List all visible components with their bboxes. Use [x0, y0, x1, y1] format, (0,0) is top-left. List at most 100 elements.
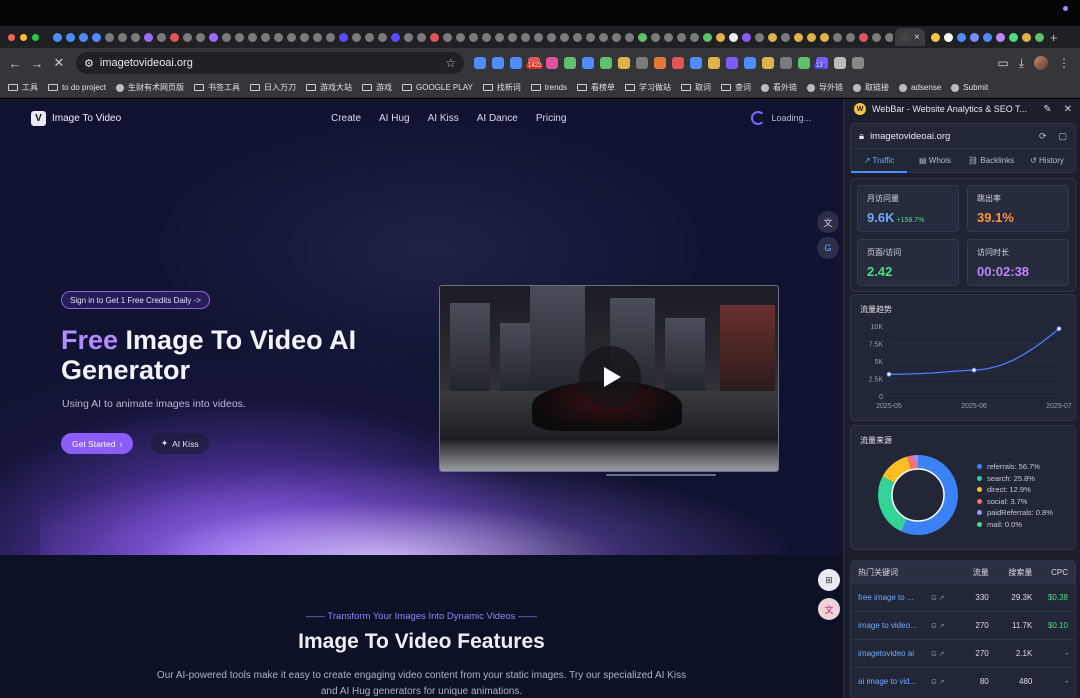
- bookmark-item[interactable]: 看外链: [761, 82, 797, 93]
- tab-favicon-icon[interactable]: [755, 32, 764, 42]
- tab-favicon-icon[interactable]: [300, 32, 309, 42]
- tab-favicon-icon[interactable]: [930, 32, 940, 42]
- extension-icon[interactable]: [564, 57, 576, 69]
- keyword-text[interactable]: free image to ...: [858, 593, 931, 602]
- extension-icon[interactable]: [510, 57, 522, 69]
- bookmark-item[interactable]: to do project: [48, 83, 106, 92]
- extension-icon[interactable]: [672, 57, 684, 69]
- keyword-text[interactable]: imagetovideo ai: [858, 649, 931, 658]
- tab-favicon-icon[interactable]: [287, 32, 296, 42]
- tab-favicon-icon[interactable]: [131, 32, 140, 42]
- tab-favicon-icon[interactable]: [170, 32, 179, 42]
- tab-favicon-icon[interactable]: [885, 32, 893, 42]
- extension-icon[interactable]: [546, 57, 558, 69]
- keyword-text[interactable]: image to video...: [858, 621, 931, 630]
- bookmark-item[interactable]: 书签工具: [194, 82, 240, 93]
- menu-icon[interactable]: ⋮: [1058, 56, 1070, 70]
- tab-favicon-icon[interactable]: [716, 32, 725, 42]
- tab-favicon-icon[interactable]: [443, 32, 452, 42]
- tab-favicon-icon[interactable]: [1008, 32, 1018, 42]
- bookmark-item[interactable]: Submit: [951, 83, 988, 92]
- bookmark-item[interactable]: 导外链: [807, 82, 843, 93]
- extension-icon[interactable]: [582, 57, 594, 69]
- nav-pricing[interactable]: Pricing: [536, 113, 567, 124]
- extension-icon[interactable]: 1422: [526, 57, 544, 69]
- extension-icon[interactable]: [744, 57, 756, 69]
- keyword-row[interactable]: imagetovideo ai G ↗ 270 2.1K -: [851, 639, 1075, 667]
- tab-favicon-icon[interactable]: [956, 32, 966, 42]
- extension-icon[interactable]: [492, 57, 504, 69]
- tab-favicon-icon[interactable]: [53, 32, 62, 42]
- tab-favicon-icon[interactable]: [820, 32, 829, 42]
- tab-favicon-icon[interactable]: [690, 32, 699, 42]
- site-logo[interactable]: V Image To Video: [31, 111, 121, 126]
- tab-backlinks[interactable]: ⛓ Backlinks: [963, 149, 1019, 173]
- bookmark-item[interactable]: 游戏大站: [306, 82, 352, 93]
- extension-icon[interactable]: [600, 57, 612, 69]
- tab-favicon-icon[interactable]: [144, 32, 153, 42]
- bookmark-star-icon[interactable]: ☆: [445, 56, 456, 70]
- keyword-row[interactable]: image to video... G ↗ 270 11.7K $0.10: [851, 611, 1075, 639]
- bookmark-item[interactable]: 取词: [681, 82, 711, 93]
- profile-avatar[interactable]: [1034, 56, 1048, 70]
- forward-arrow-icon[interactable]: →: [26, 56, 48, 71]
- bookmark-item[interactable]: 取链接: [853, 82, 889, 93]
- tab-favicon-icon[interactable]: [729, 32, 738, 42]
- site-info-icon[interactable]: ⚙: [84, 57, 94, 70]
- google-trend-icon[interactable]: G ↗: [931, 678, 953, 686]
- tab-favicon-icon[interactable]: [982, 32, 992, 42]
- close-window-icon[interactable]: [8, 33, 15, 41]
- tab-favicon-icon[interactable]: [79, 32, 88, 42]
- bookmark-item[interactable]: trends: [530, 83, 567, 92]
- tab-favicon-icon[interactable]: [742, 32, 751, 42]
- tab-favicon-icon[interactable]: [534, 32, 543, 42]
- tab-favicon-icon[interactable]: [638, 32, 647, 42]
- tab-favicon-icon[interactable]: [1034, 32, 1044, 42]
- cast-icon[interactable]: ▭: [997, 56, 1008, 70]
- tab-favicon-icon[interactable]: [508, 32, 517, 42]
- play-icon[interactable]: [579, 346, 641, 408]
- bookmark-item[interactable]: GOOGLE PLAY: [402, 83, 473, 92]
- bookmark-item[interactable]: 生财有术网页版: [116, 82, 184, 93]
- nav-ai-kiss[interactable]: AI Kiss: [428, 113, 459, 124]
- active-tab[interactable]: ×: [895, 28, 925, 46]
- keyword-row[interactable]: ai image to vid... G ↗ 80 480 -: [851, 667, 1075, 695]
- extension-icon[interactable]: [654, 57, 666, 69]
- extension-icon[interactable]: [726, 57, 738, 69]
- tab-favicon-icon[interactable]: [846, 32, 855, 42]
- video-progress[interactable]: [606, 474, 716, 476]
- extension-icon[interactable]: [852, 57, 864, 69]
- tab-favicon-icon[interactable]: [105, 32, 114, 42]
- bookmark-item[interactable]: 学习做站: [625, 82, 671, 93]
- nav-ai-dance[interactable]: AI Dance: [477, 113, 518, 124]
- bookmark-item[interactable]: 日入万刀: [250, 82, 296, 93]
- bookmark-item[interactable]: 找新词: [482, 82, 521, 93]
- tab-favicon-icon[interactable]: [1021, 32, 1031, 42]
- open-icon[interactable]: ▢: [1058, 131, 1067, 142]
- tab-favicon-icon[interactable]: [222, 32, 231, 42]
- assistant-icon[interactable]: G: [817, 237, 839, 259]
- refresh-icon[interactable]: ⟳: [1039, 131, 1047, 142]
- keyword-text[interactable]: ai image to vid...: [858, 677, 931, 686]
- tab-favicon-icon[interactable]: [274, 32, 283, 42]
- tab-favicon-icon[interactable]: [248, 32, 257, 42]
- extension-icon[interactable]: [834, 57, 846, 69]
- tab-favicon-icon[interactable]: [313, 32, 322, 42]
- download-icon[interactable]: ⤓: [1019, 56, 1024, 71]
- back-arrow-icon[interactable]: ←: [4, 56, 26, 71]
- tab-favicon-icon[interactable]: [183, 32, 192, 42]
- google-trend-icon[interactable]: G ↗: [931, 622, 953, 630]
- tab-favicon-icon[interactable]: [495, 32, 504, 42]
- address-bar[interactable]: ⚙ imagetovideoai.org ☆: [76, 52, 464, 74]
- google-trend-icon[interactable]: G ↗: [931, 594, 953, 602]
- extension-icon[interactable]: [618, 57, 630, 69]
- tab-favicon-icon[interactable]: [391, 32, 400, 42]
- tab-favicon-icon[interactable]: [995, 32, 1005, 42]
- extension-icon[interactable]: [636, 57, 648, 69]
- tab-favicon-icon[interactable]: [339, 32, 348, 42]
- tab-traffic[interactable]: ↗ Traffic: [851, 149, 907, 173]
- tab-favicon-icon[interactable]: [651, 32, 660, 42]
- tab-favicon-icon[interactable]: [482, 32, 491, 42]
- tab-favicon-icon[interactable]: [456, 32, 465, 42]
- tab-favicon-icon[interactable]: [365, 32, 374, 42]
